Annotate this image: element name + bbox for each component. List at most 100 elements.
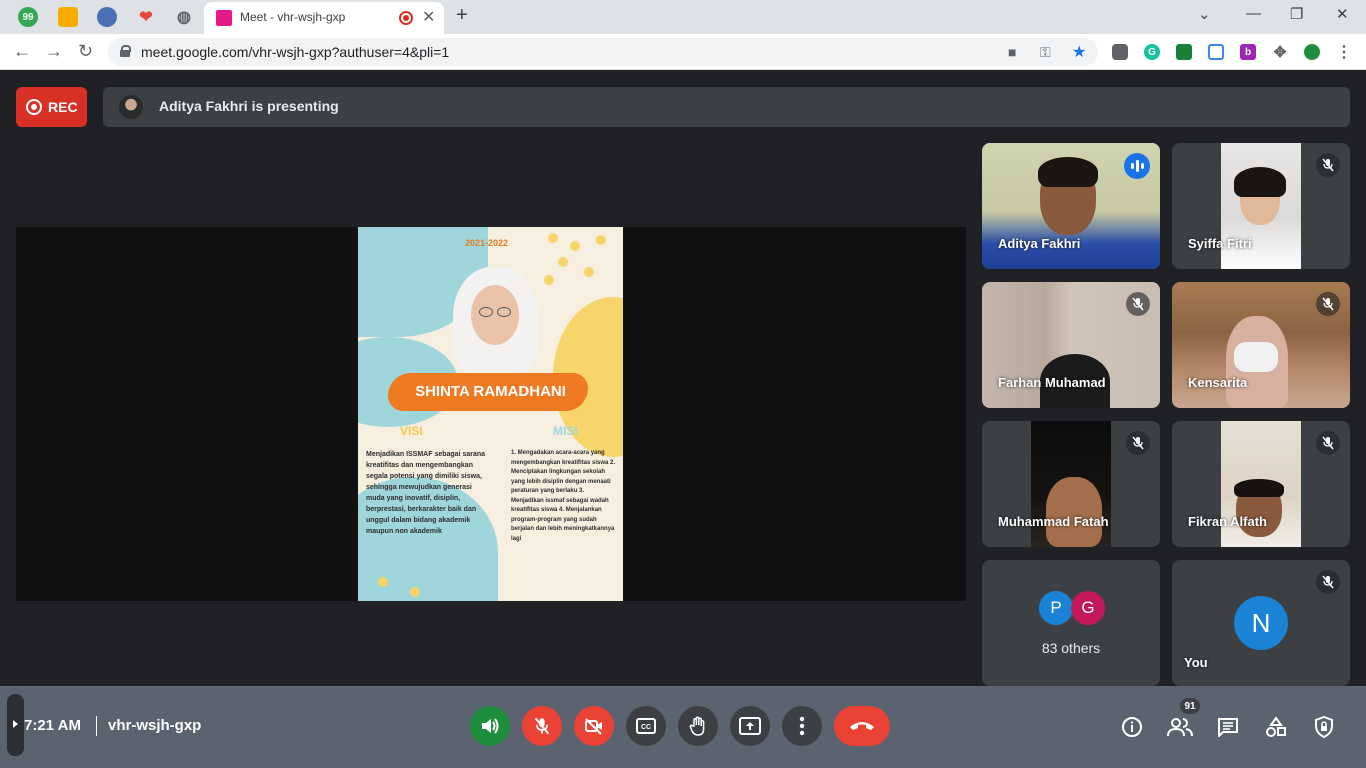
mic-off-icon (1316, 431, 1340, 455)
tab-meet[interactable]: Meet - vhr-wsjh-gxp ✕ (204, 2, 444, 34)
people-button[interactable] (1167, 714, 1193, 740)
tab-close-icon[interactable]: ✕ (422, 7, 435, 27)
poster-dot (570, 241, 580, 251)
participant-tile[interactable]: Syiffa Fitri (1172, 143, 1350, 269)
forward-icon[interactable]: → (45, 41, 63, 62)
poster-dot (410, 587, 420, 597)
key-icon[interactable]: ⚿ (1040, 44, 1051, 61)
others-avatar: P (1039, 591, 1073, 625)
extension-grammarly-label: G (1148, 46, 1156, 58)
poster-year: 2021-2022 (465, 238, 509, 248)
participant-name: Syiffa Fitri (1188, 236, 1252, 251)
meeting-control-bar: 7:21 AM vhr-wsjh-gxp CC 91 (0, 686, 1366, 768)
poster-misi-text: 1. Mengadakan acara-acara yang mengemban… (511, 450, 616, 542)
new-tab-icon[interactable]: + (456, 4, 468, 27)
tab-search-icon[interactable]: ⌄ (1198, 5, 1211, 23)
self-label: You (1184, 655, 1208, 670)
activities-icon (1266, 716, 1286, 737)
presenting-text: Aditya Fakhri is presenting (159, 98, 339, 114)
meeting-details-button[interactable] (1119, 714, 1145, 740)
mic-off-icon (1316, 570, 1340, 594)
close-window-icon[interactable]: ✕ (1336, 5, 1349, 23)
poster-misi-title: MISI (553, 424, 578, 438)
mic-off-icon (1126, 292, 1150, 316)
rec-label: REC (48, 99, 78, 115)
extension-chat-icon[interactable] (1112, 44, 1128, 60)
meet-favicon-icon (216, 10, 232, 26)
poster-photo-face (471, 285, 519, 345)
more-options-button[interactable] (782, 706, 822, 746)
extension-b-label: b (1244, 46, 1252, 58)
chat-button[interactable] (1215, 714, 1241, 740)
participant-hair (1038, 157, 1098, 187)
participant-name: Aditya Fakhri (998, 236, 1081, 251)
others-count-label: 83 others (1041, 640, 1101, 656)
record-icon (26, 99, 42, 115)
profile-avatar-icon[interactable] (1304, 44, 1320, 60)
presented-poster: 2021-2022 SHINTA RAMADHANI VISI MISI Men… (358, 227, 623, 601)
restore-icon[interactable]: ❐ (1290, 5, 1303, 23)
poster-photo-glasses (497, 307, 511, 317)
participant-name: Fikran Alfath (1188, 514, 1267, 529)
people-count-badge: 91 (1180, 698, 1200, 714)
presenting-banner: Aditya Fakhri is presenting (103, 87, 1350, 127)
extensions-puzzle-icon[interactable]: ✥ (1272, 44, 1288, 61)
pinned-tab-heart-icon[interactable]: ❤ (136, 7, 156, 27)
captions-button[interactable]: CC (626, 706, 666, 746)
present-now-button[interactable] (730, 706, 770, 746)
poster-dot (548, 233, 558, 243)
participant-tile[interactable]: Muhammad Fatah (982, 421, 1160, 547)
poster-dot (596, 235, 606, 245)
reload-icon[interactable]: ↻ (78, 41, 93, 62)
presentation-stage[interactable]: 2021-2022 SHINTA RAMADHANI VISI MISI Men… (16, 227, 966, 601)
participant-mask (1234, 342, 1278, 372)
participant-name: Kensarita (1188, 375, 1248, 390)
expand-handle-icon[interactable] (7, 694, 24, 756)
poster-visi-title: VISI (400, 424, 423, 438)
recording-button[interactable]: REC (16, 87, 87, 127)
participant-tile[interactable]: Aditya Fakhri (982, 143, 1160, 269)
volume-icon (482, 718, 499, 734)
participant-tile[interactable]: Kensarita (1172, 282, 1350, 408)
leave-call-button[interactable] (834, 706, 890, 746)
mic-off-icon (1126, 431, 1150, 455)
minimize-icon[interactable]: — (1246, 5, 1261, 22)
hand-icon (689, 716, 705, 736)
camera-icon[interactable]: ■ (1008, 44, 1016, 60)
extension-grid-icon[interactable] (1208, 44, 1224, 60)
pinned-tab-99[interactable]: 99 (18, 7, 38, 27)
extension-b-icon[interactable]: b (1240, 44, 1256, 60)
poster-visi-text: Menjadikan ISSMAF sebagai sarana kreatif… (366, 451, 486, 535)
participant-name: Farhan Muhamad (998, 375, 1106, 390)
lock-icon[interactable] (120, 45, 131, 57)
mic-off-icon (1316, 292, 1340, 316)
host-controls-button[interactable] (1311, 714, 1337, 740)
address-bar[interactable]: meet.google.com/vhr-wsjh-gxp?authuser=4&… (108, 38, 1098, 66)
self-tile[interactable]: N You (1172, 560, 1350, 686)
browser-menu-icon[interactable]: ⋮ (1336, 44, 1352, 61)
back-icon[interactable]: ← (13, 41, 31, 62)
speaker-volume-button[interactable] (470, 706, 510, 746)
mic-off-icon (1316, 153, 1340, 177)
activities-button[interactable] (1263, 714, 1289, 740)
divider (96, 716, 97, 736)
extension-grammarly-icon[interactable]: G (1144, 44, 1160, 60)
pinned-tab-classroom-icon[interactable] (58, 7, 78, 27)
shield-lock-icon (1315, 716, 1333, 738)
pinned-tab-school-icon[interactable] (97, 7, 117, 27)
participant-tile[interactable]: Farhan Muhamad (982, 282, 1160, 408)
bookmark-star-icon[interactable]: ★ (1072, 42, 1086, 62)
others-tile[interactable]: P G 83 others (982, 560, 1160, 686)
extension-sheets-icon[interactable] (1176, 44, 1192, 60)
participant-tile[interactable]: Fikran Alfath (1172, 421, 1350, 547)
raise-hand-button[interactable] (678, 706, 718, 746)
tab-title: Meet - vhr-wsjh-gxp (240, 10, 346, 24)
participant-hair (1234, 479, 1284, 497)
poster-photo (443, 267, 548, 377)
pinned-tab-globe-icon[interactable]: ◍ (174, 7, 194, 27)
participant-face (1046, 477, 1102, 547)
microphone-toggle-button[interactable] (522, 706, 562, 746)
speaking-indicator-icon (1124, 153, 1150, 179)
camera-toggle-button[interactable] (574, 706, 614, 746)
browser-tab-bar: 99 ❤ ◍ Meet - vhr-wsjh-gxp ✕ + ⌄ — ❐ ✕ (0, 0, 1366, 34)
